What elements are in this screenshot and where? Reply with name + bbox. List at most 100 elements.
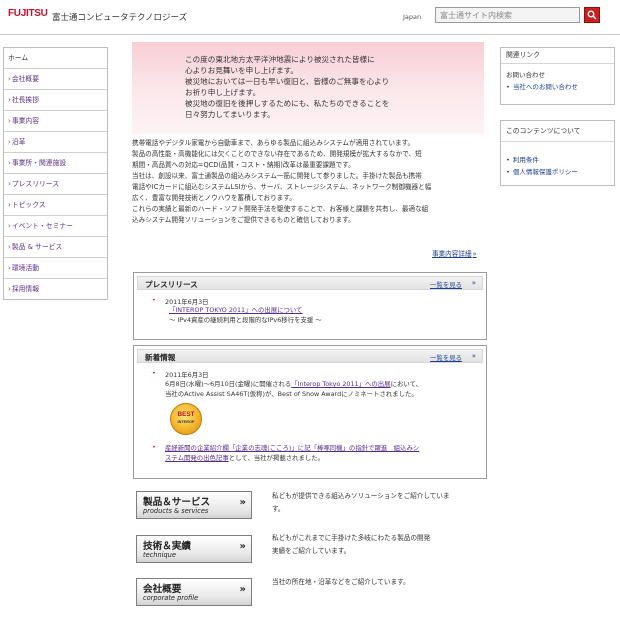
search-icon [587, 10, 597, 20]
news-item2-line2: ステム開発の出色記事として、当社が掲載されました。 [165, 453, 324, 463]
intro-line: 当社は、創設以来、富士通製品の組込みシステム一筋に開発して参りました。手掛けた製… [132, 172, 422, 180]
terms-link[interactable]: • 利用条件 [501, 154, 614, 166]
notice-line: 心よりお見舞いを申し上げます。 [185, 66, 298, 75]
about-content-box: このコンテンツについて • 利用条件 • 個人情報保護ポリシー [500, 120, 615, 186]
business-detail-label: 事業内容詳細 [432, 250, 472, 258]
bullet-icon: • [152, 369, 156, 377]
banner-description: 私どもがこれまでに手掛けた多岐にわたる製品の開発 実績をご紹介しています。 [272, 532, 430, 558]
sidebar-item-environment[interactable]: ›環境活動 [4, 258, 107, 279]
double-chevron-icon[interactable]: » [472, 352, 476, 360]
notice-line: この度の東北地方太平洋沖地震により被災された皆様に [185, 55, 375, 64]
news-item-line2: 当社のActive Assist SA46T(仮称)が、Best of Show… [165, 390, 418, 398]
banner-title: 会社概要 [143, 584, 182, 595]
privacy-link[interactable]: • 個人情報保護ポリシー [501, 166, 614, 178]
double-chevron-icon: » [239, 497, 246, 508]
intro-line: 電話やICカードに組込むシステムLSIから、サーバ、ストレージシステム、ネットワ… [132, 183, 432, 191]
privacy-link-label: 個人情報保護ポリシー [512, 168, 578, 176]
press-item-subtitle: ～ IPv4資産の継続利用と段階的なIPv6移行を支援 ～ [169, 316, 322, 324]
bullet-icon: • [152, 443, 156, 451]
sidebar-item-events[interactable]: ›イベント・セミナー [4, 216, 107, 237]
intro-line: 製品の高性能・高機能化には欠くことのできない存在であるため、開発規模が拡大するな… [132, 150, 422, 158]
news-item2-line1: 産経新聞の企業紹介欄「企業の志魂(こころ)」に記「棒啄同機」の指針で躍進 組込み… [165, 443, 419, 453]
search-button[interactable] [584, 7, 600, 23]
intro-line: 込みシステム開発ソリューションをご提供できるものと確信しております。 [132, 216, 355, 224]
news-panel-title: 新着情報 [145, 353, 176, 362]
sidebar-item-offices[interactable]: ›事業所・関連施設 [4, 153, 107, 174]
contact-link[interactable]: • 当社へのお問い合わせ [501, 81, 614, 93]
double-chevron-icon: » [239, 584, 246, 595]
banner-title: 製品＆サービス [143, 497, 211, 508]
banner-desc-line: 私どもが提供できる組込みソリューションをご紹介していま [272, 492, 450, 500]
press-release-panel: プレスリリース 一覧を見る » • 2011年6月3日 「INTEROP TOK… [133, 272, 487, 340]
banner-desc-line: 私どもがこれまでに手掛けた多岐にわたる製品の開発 [272, 534, 431, 542]
news-list-link[interactable]: 一覧を見る [430, 353, 462, 362]
chevron-right-icon: › [8, 222, 11, 230]
news-date: 2011年6月3日 [165, 371, 209, 379]
chevron-right-icon: › [8, 117, 11, 125]
news-item2-post: として、当社が掲載されました。 [228, 454, 325, 462]
double-chevron-icon[interactable]: » [472, 279, 476, 287]
technique-banner[interactable]: 技術＆実績 technique » [136, 535, 252, 563]
banner-desc-line: 実績をご紹介しています。 [272, 547, 351, 555]
chevron-right-icon: › [8, 180, 11, 188]
contact-label: お問い合わせ [506, 71, 545, 79]
notice-line: お祈り申し上げます。 [185, 88, 261, 97]
bullet-icon: • [506, 156, 510, 164]
double-chevron-icon: » [239, 541, 246, 552]
notice-line: 日々努力してまいります。 [185, 110, 275, 119]
best-of-interop-badge: BEST INTEROP [170, 403, 202, 435]
sidebar-item-press[interactable]: ›プレスリリース [4, 174, 107, 195]
sidebar-item-home[interactable]: ホーム [4, 48, 107, 69]
double-chevron-icon: » [472, 250, 477, 258]
intro-line: 期間・高品質への対応=QCD(品質・コスト・納期)改革は最重要課題です。 [132, 161, 355, 169]
chevron-right-icon: › [8, 243, 11, 251]
sidebar-item-topics[interactable]: ›トピックス [4, 195, 107, 216]
sidebar-item-history[interactable]: ›沿革 [4, 132, 107, 153]
banner-desc-line: 当社の所在地・沿革などをご紹介しています。 [272, 578, 410, 586]
about-content-title: このコンテンツについて [501, 121, 614, 142]
press-list-link[interactable]: 一覧を見る [430, 280, 462, 289]
sidebar-item-company[interactable]: ›会社概要 [4, 69, 107, 90]
news-item2-link[interactable]: 産経新聞の企業紹介欄「企業の志魂(こころ)」に記「棒啄同機」の指針で躍進 組込み… [165, 444, 419, 452]
chevron-right-icon: › [8, 159, 11, 167]
sidebar-nav: ホーム ›会社概要 ›社長挨拶 ›事業内容 ›沿革 ›事業所・関連施設 ›プレス… [3, 47, 108, 300]
sidebar-item-president[interactable]: ›社長挨拶 [4, 90, 107, 111]
sidebar-item-business[interactable]: ›事業内容 [4, 111, 107, 132]
news-item-post: において、 [390, 380, 423, 388]
chevron-right-icon: › [8, 264, 11, 272]
earthquake-notice: この度の東北地方太平洋沖地震により被災された皆様に 心よりお見舞いを申し上げます… [132, 42, 484, 134]
banner-subtitle: products & services [143, 507, 209, 515]
site-search-input[interactable]: 富士通サイト内検索 [435, 7, 580, 23]
banner-subtitle: corporate profile [143, 594, 199, 602]
intro-line: これらの実績と最新のハード・ソフト開発手法を駆使することで、お客様と課題を共有し… [132, 205, 429, 213]
news-item2-link-cont[interactable]: ステム開発の出色記事 [165, 454, 229, 462]
bullet-icon: • [506, 83, 510, 91]
chevron-right-icon: › [8, 201, 11, 209]
bullet-icon: • [506, 168, 510, 176]
intro-line: 広く、豊富な開発技術とノウハウを蓄積しております。 [132, 194, 296, 202]
news-item-link[interactable]: 「Interop Tokyo 2011」への出展 [291, 380, 390, 388]
company-name[interactable]: 富士通コンピュータテクノロジーズ [52, 11, 187, 23]
intro-line: 携帯電話やデジタル家電から自動車まで、あらゆる製品に組込みシステムが適用されてい… [132, 139, 415, 147]
chevron-right-icon: › [8, 285, 11, 293]
products-services-banner[interactable]: 製品＆サービス products & services » [136, 491, 252, 519]
banner-desc-line: す。 [272, 505, 285, 513]
fujitsu-logo[interactable]: FUJITSU [8, 8, 48, 19]
corporate-profile-banner[interactable]: 会社概要 corporate profile » [136, 578, 252, 606]
press-item-link[interactable]: 「INTEROP TOKYO 2011」への出展について [169, 305, 302, 315]
sidebar-item-recruit[interactable]: ›採用情報 [4, 279, 107, 299]
sidebar-item-products[interactable]: ›製品 & サービス [4, 237, 107, 258]
business-detail-link[interactable]: 事業内容詳細» [432, 248, 477, 258]
chevron-right-icon: › [8, 138, 11, 146]
press-panel-title: プレスリリース [145, 280, 198, 289]
news-panel-header: 新着情報 一覧を見る » [137, 349, 483, 363]
chevron-right-icon: › [8, 75, 11, 83]
banner-description: 私どもが提供できる組込みソリューションをご紹介していま す。 [272, 490, 450, 516]
banner-description: 当社の所在地・沿革などをご紹介しています。 [272, 576, 410, 589]
terms-link-label: 利用条件 [512, 156, 539, 164]
notice-line: 被災地の復旧を後押しするためにも、私たちのできることを [185, 99, 390, 108]
chevron-right-icon: › [8, 96, 11, 104]
news-item-text: 6月8日(水曜)～6月10日(金曜)に開催される「Interop Tokyo 2… [165, 379, 422, 389]
bullet-icon: • [152, 296, 156, 304]
banner-subtitle: technique [143, 551, 176, 559]
